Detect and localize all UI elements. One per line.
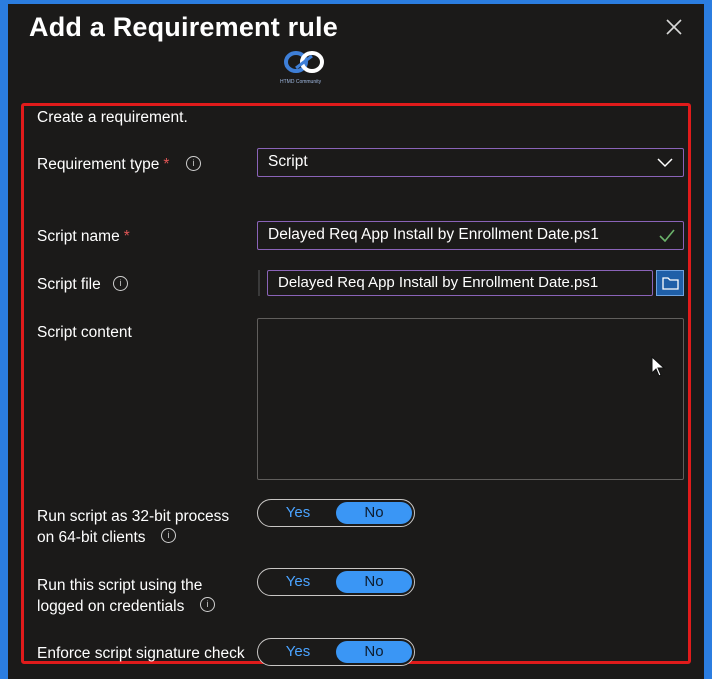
logged-on-no-option[interactable]: No <box>336 571 412 593</box>
script-name-input[interactable]: Delayed Req App Install by Enrollment Da… <box>257 221 684 250</box>
signature-check-no-option[interactable]: No <box>336 641 412 663</box>
signature-check-label: Enforce script signature check <box>37 645 245 662</box>
logo-text: HTMD Community <box>280 79 322 85</box>
required-marker: * <box>123 228 130 245</box>
logged-on-label-line1: Run this script using the <box>37 577 203 594</box>
background-edge <box>0 0 8 679</box>
run-32bit-label-line1: Run script as 32-bit process <box>37 508 230 525</box>
info-icon[interactable]: i <box>186 156 201 171</box>
logged-on-label: Run this script using the logged on cred… <box>37 575 202 617</box>
intro-text: Create a requirement. <box>37 109 188 126</box>
script-file-input[interactable]: Delayed Req App Install by Enrollment Da… <box>267 270 653 296</box>
mouse-cursor-icon <box>651 356 665 377</box>
script-name-value: Delayed Req App Install by Enrollment Da… <box>268 226 599 243</box>
logged-on-yes-option[interactable]: Yes <box>260 571 336 593</box>
run-32bit-yes-option[interactable]: Yes <box>260 502 336 524</box>
logged-on-label-line2: logged on credentials <box>37 598 185 615</box>
folder-icon <box>662 277 679 290</box>
run-32bit-toggle[interactable]: Yes No <box>257 499 415 527</box>
required-marker: * <box>163 156 170 173</box>
script-file-label: Script file <box>37 276 101 293</box>
close-icon[interactable] <box>663 16 685 38</box>
chevron-down-icon <box>657 158 673 168</box>
requirement-type-value: Script <box>268 153 308 170</box>
requirement-type-label-text: Requirement type <box>37 156 160 173</box>
browse-button[interactable] <box>656 270 684 296</box>
run-32bit-label-line2: on 64-bit clients <box>37 529 146 546</box>
info-icon[interactable]: i <box>200 597 215 612</box>
script-file-value: Delayed Req App Install by Enrollment Da… <box>278 274 599 291</box>
info-icon[interactable]: i <box>161 528 176 543</box>
logged-on-toggle[interactable]: Yes No <box>257 568 415 596</box>
script-name-label: Script name * <box>37 228 130 246</box>
run-32bit-label: Run script as 32-bit process on 64-bit c… <box>37 506 229 548</box>
file-input-divider <box>258 270 260 296</box>
signature-check-toggle[interactable]: Yes No <box>257 638 415 666</box>
script-content-textarea[interactable] <box>257 318 684 480</box>
run-32bit-no-option[interactable]: No <box>336 502 412 524</box>
panel-title: Add a Requirement rule <box>29 12 338 42</box>
requirement-type-dropdown[interactable]: Script <box>257 148 684 177</box>
requirement-type-label: Requirement type * <box>37 156 169 174</box>
checkmark-icon <box>659 229 675 242</box>
script-content-label: Script content <box>37 324 132 341</box>
script-name-label-text: Script name <box>37 228 120 245</box>
signature-check-yes-option[interactable]: Yes <box>260 641 336 663</box>
info-icon[interactable]: i <box>113 276 128 291</box>
